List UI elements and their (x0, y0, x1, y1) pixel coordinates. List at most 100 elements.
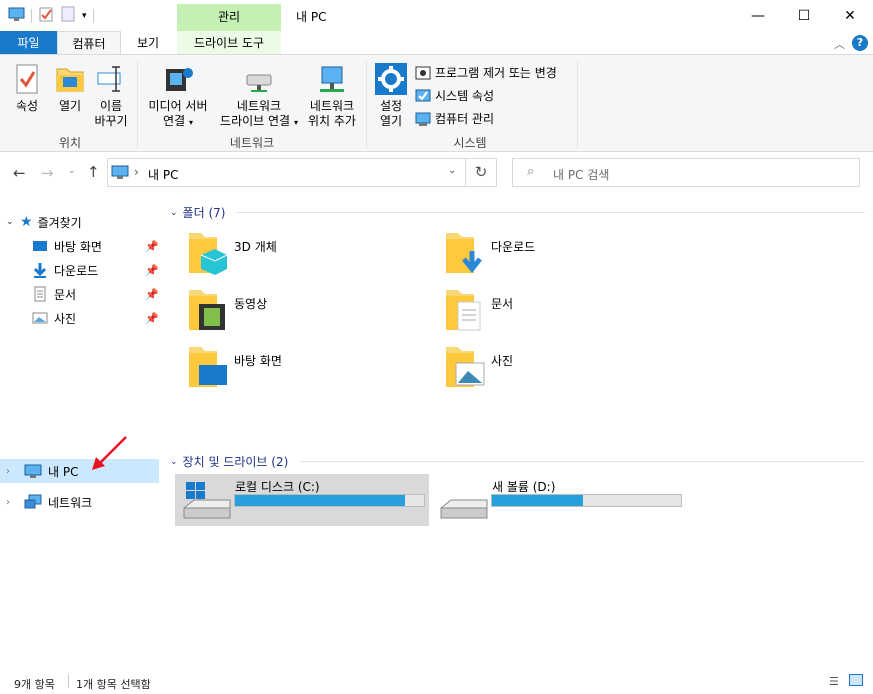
forward-arrow-icon[interactable]: → (41, 164, 54, 182)
folders-section-header[interactable]: ⌄ 폴더 (7) (170, 204, 225, 221)
network-location-icon (320, 66, 344, 92)
downloads-folder-icon (446, 233, 482, 274)
tab-drive-tools[interactable]: 드라이브 도구 (177, 31, 281, 55)
chevron-right-icon[interactable]: › (6, 466, 24, 477)
computer-management-button[interactable]: 컴퓨터 관리 (415, 110, 494, 127)
download-arrow-icon (33, 263, 47, 278)
media-server-button[interactable]: 미디어 서버 연결 ▾ (143, 63, 213, 130)
chevron-down-icon[interactable]: ⌄ (6, 217, 20, 227)
network-drive-icon (246, 74, 272, 92)
properties-qa-icon[interactable] (38, 6, 54, 25)
chevron-right-icon[interactable]: › (6, 497, 24, 508)
group-divider (577, 61, 578, 149)
address-bar[interactable]: › 내 PC ⌄ (107, 158, 466, 187)
system-properties-icon (415, 89, 431, 101)
videos-folder-icon (189, 290, 225, 330)
folder-documents[interactable]: 문서 (444, 286, 684, 336)
address-dropdown-icon[interactable]: ⌄ (448, 165, 456, 176)
desktop-icon (33, 241, 47, 251)
window-title: 내 PC (296, 10, 327, 24)
ribbon: 속성 열기 이름 바꾸기 위치 미디어 서버 연결 ▾ 네트워크 드라이브 연결… (0, 54, 873, 152)
nav-quick-access[interactable]: ⌄ ★ 즐겨찾기 (6, 210, 82, 234)
drive-c[interactable]: 로컬 디스크 (C:) (175, 474, 429, 526)
media-server-icon (166, 68, 193, 91)
nav-network[interactable]: › 네트워크 (6, 490, 92, 514)
nav-downloads[interactable]: 다운로드 (32, 258, 98, 282)
open-button[interactable]: 열기 (52, 63, 88, 114)
recent-locations-chevron-icon[interactable]: ⌄ (68, 166, 76, 176)
drives-section-header[interactable]: ⌄ 장치 및 드라이브 (2) (170, 453, 288, 470)
properties-icon (16, 64, 38, 94)
search-box[interactable]: ⌕ 내 PC 검색 (512, 158, 860, 187)
help-icon[interactable]: ? (852, 35, 868, 51)
status-divider (68, 674, 69, 688)
refresh-button[interactable]: ↻ (466, 158, 497, 187)
system-properties-button[interactable]: 시스템 속성 (415, 87, 494, 104)
tab-file[interactable]: 파일 (0, 31, 57, 55)
windows-drive-icon (183, 482, 231, 519)
group-label-system: 시스템 (453, 136, 487, 150)
tab-view[interactable]: 보기 (121, 31, 175, 55)
uninstall-icon (415, 66, 431, 79)
3d-objects-folder-icon (189, 233, 228, 275)
chevron-down-icon[interactable]: ⌄ (170, 208, 178, 218)
rename-button[interactable]: 이름 바꾸기 (90, 63, 132, 129)
search-input[interactable]: 내 PC 검색 (553, 166, 609, 183)
large-icons-view-icon[interactable] (849, 674, 863, 686)
quick-access-toolbar: ▾ (8, 6, 94, 25)
document-icon (34, 286, 46, 302)
folder-downloads[interactable]: 다운로드 (444, 229, 684, 279)
pictures-icon (32, 312, 48, 324)
back-arrow-icon[interactable]: ← (13, 164, 26, 182)
drive-label: 새 볼륨 (D:) (492, 480, 556, 494)
drive-usage-fill (235, 495, 406, 506)
group-label-network: 네트워크 (229, 136, 275, 150)
minimize-button[interactable]: — (735, 0, 781, 31)
map-network-drive-button[interactable]: 네트워크 드라이브 연결 ▾ (215, 63, 303, 130)
drive-usage-bar (491, 494, 682, 507)
uninstall-program-button[interactable]: 프로그램 제거 또는 변경 (415, 64, 557, 81)
search-icon: ⌕ (527, 164, 535, 179)
breadcrumb-this-pc[interactable]: 내 PC (148, 166, 178, 183)
chevron-down-icon[interactable]: ▾ (82, 11, 87, 21)
folder-desktop[interactable]: 바탕 화면 (187, 343, 427, 393)
folder-pictures[interactable]: 사진 (444, 343, 684, 393)
nav-desktop[interactable]: 바탕 화면 (32, 234, 102, 258)
close-button[interactable]: ✕ (827, 0, 873, 31)
status-bar: 9개 항목 1개 항목 선택함 ☰ (0, 672, 873, 694)
maximize-button[interactable]: ☐ (781, 0, 827, 31)
folder-videos[interactable]: 동영상 (187, 286, 427, 336)
collapse-ribbon-icon[interactable]: ︿ (834, 36, 845, 52)
pin-icon: 📌 (145, 264, 159, 277)
chevron-down-icon[interactable]: ⌄ (170, 457, 178, 467)
rename-icon (97, 66, 121, 92)
nav-pictures[interactable]: 사진 (32, 306, 76, 330)
computer-icon (111, 165, 129, 179)
breadcrumb-separator-icon[interactable]: › (134, 165, 139, 179)
desktop-folder-icon (189, 347, 227, 387)
hard-drive-icon (440, 499, 488, 519)
pictures-folder-icon (446, 347, 485, 387)
folder-3d-objects[interactable]: 3D 개체 (187, 229, 427, 279)
group-divider (366, 61, 367, 149)
computer-management-icon (415, 112, 431, 126)
nav-documents[interactable]: 문서 (32, 282, 76, 306)
nav-this-pc[interactable]: › 내 PC (6, 459, 78, 483)
selected-count: 1개 항목 선택함 (76, 678, 151, 691)
contextual-tab-group: 관리 (177, 4, 281, 31)
up-arrow-icon[interactable]: ↑ (87, 163, 100, 181)
computer-icon (8, 7, 25, 25)
add-network-location-button[interactable]: 네트워크 위치 추가 (304, 63, 360, 129)
properties-button[interactable]: 속성 (8, 63, 46, 114)
drive-d[interactable]: 새 볼륨 (D:) (432, 474, 686, 526)
open-folder-icon (56, 68, 84, 92)
group-label-location: 위치 (58, 136, 82, 150)
details-view-icon[interactable]: ☰ (829, 675, 839, 688)
pin-icon: 📌 (145, 240, 159, 253)
documents-folder-icon (446, 290, 481, 331)
open-settings-button[interactable]: 설정 열기 (372, 63, 410, 129)
new-folder-qa-icon[interactable] (60, 6, 76, 25)
refresh-icon: ↻ (474, 163, 488, 181)
tab-computer[interactable]: 컴퓨터 (57, 31, 121, 55)
group-divider (137, 61, 138, 149)
